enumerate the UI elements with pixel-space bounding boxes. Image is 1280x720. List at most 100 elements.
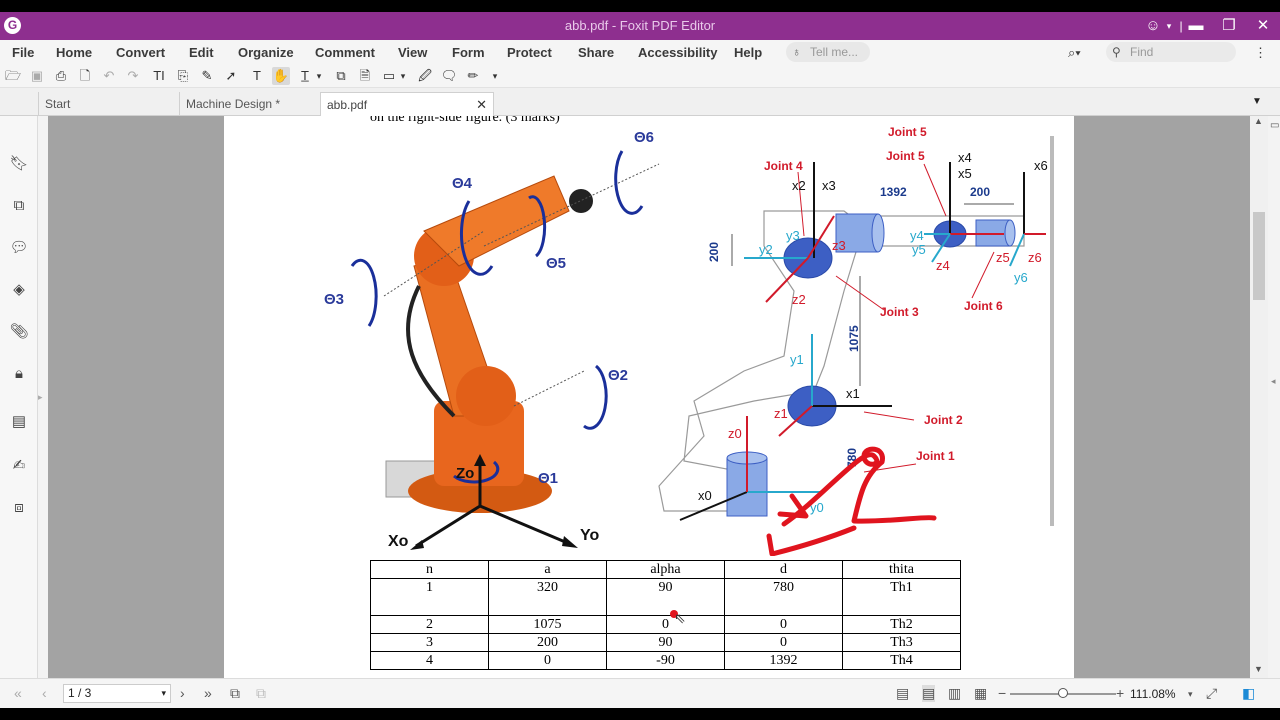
search-options-icon[interactable]: ⌕▾: [1068, 45, 1081, 61]
expand-panel-icon[interactable]: ▸: [38, 392, 46, 403]
minimize-icon[interactable]: ▬: [1186, 15, 1206, 37]
paste-view-icon[interactable]: ⧉: [256, 685, 266, 702]
menu-form[interactable]: Form: [452, 45, 485, 60]
find-input[interactable]: ⚲ Find: [1106, 42, 1236, 62]
page-dropdown-icon[interactable]: ▾: [161, 685, 166, 702]
select-text-icon[interactable]: T̲: [296, 67, 314, 85]
menu-convert[interactable]: Convert: [116, 45, 165, 60]
fields-icon[interactable]: ▤: [9, 412, 29, 432]
last-page-icon[interactable]: »: [204, 685, 212, 701]
tab-machine-design[interactable]: Machine Design *: [179, 92, 319, 116]
undo-icon[interactable]: ↶: [100, 67, 118, 85]
redo-icon[interactable]: ↷: [124, 67, 142, 85]
right-panel-expand-icon[interactable]: ◂: [1271, 376, 1276, 387]
first-page-icon[interactable]: «: [14, 685, 22, 701]
zoom-dropdown-icon[interactable]: ▾: [1188, 689, 1193, 700]
tell-me-input[interactable]: ♁ Tell me...: [786, 42, 870, 62]
read-mode-icon[interactable]: ◧: [1242, 685, 1255, 702]
signature-icon[interactable]: ✍︎: [9, 456, 29, 476]
menu-organize[interactable]: Organize: [238, 45, 294, 60]
comments-icon[interactable]: 💬︎: [9, 238, 29, 258]
facing-pages-icon[interactable]: ▥: [948, 685, 961, 702]
account-dropdown-icon[interactable]: ▾: [1164, 15, 1174, 37]
table-row: 3 200 90 0 Th3: [370, 633, 961, 652]
highlight-pen-icon[interactable]: ✎: [198, 67, 216, 85]
pages-icon[interactable]: ⧉: [9, 196, 29, 216]
tab-label: abb.pdf: [327, 98, 368, 112]
fit-page-icon[interactable]: ⤢: [1206, 685, 1217, 702]
shape-dropdown-icon[interactable]: ▾: [398, 67, 408, 85]
tab-start[interactable]: Start: [38, 92, 178, 116]
tab-abb-pdf[interactable]: abb.pdf ✕: [320, 92, 494, 116]
rectangle-tool-icon[interactable]: ▭: [380, 67, 398, 85]
joint6-label: Joint 6: [964, 299, 1003, 313]
menu-share[interactable]: Share: [578, 45, 614, 60]
x2-label: x2: [792, 178, 806, 193]
tab-list-dropdown-icon[interactable]: ▼: [1252, 96, 1262, 107]
copy-page-icon[interactable]: ⧉: [332, 67, 350, 85]
y3-label: y3: [786, 228, 800, 243]
bookmark-icon[interactable]: 🔖︎: [9, 154, 29, 174]
menu-comment[interactable]: Comment: [315, 45, 375, 60]
table-cell: 2: [370, 615, 489, 634]
attachments-icon[interactable]: 📎︎: [9, 322, 29, 342]
continuous-facing-icon[interactable]: ▦: [974, 685, 987, 702]
close-tab-icon[interactable]: ✕: [476, 93, 487, 117]
compare-icon[interactable]: ⧈: [9, 498, 29, 518]
document-viewport[interactable]: on the right-side figure. (3 marks) Zo X…: [48, 116, 1250, 678]
scrollbar-thumb[interactable]: [1253, 212, 1265, 300]
single-page-icon[interactable]: ▤: [896, 685, 909, 702]
security-lock-icon[interactable]: 🔒︎: [9, 364, 29, 384]
right-panel-toggle-icon[interactable]: ▭: [1270, 120, 1279, 131]
open-folder-icon[interactable]: 🗁: [4, 67, 22, 85]
zoom-slider[interactable]: [1010, 688, 1116, 698]
insert-page-icon[interactable]: 🗎: [356, 67, 374, 85]
form-icon[interactable]: ⎘: [174, 67, 192, 85]
arrow-tool-icon[interactable]: ➚: [222, 67, 240, 85]
select-dropdown-icon[interactable]: ▾: [314, 67, 324, 85]
comment-note-icon[interactable]: 🗨: [440, 67, 458, 85]
table-cell: Th2: [842, 615, 961, 634]
continuous-page-icon[interactable]: ▤: [922, 685, 936, 702]
menu-accessibility[interactable]: Accessibility: [638, 45, 718, 60]
theta2-arc: [583, 364, 608, 430]
next-page-icon[interactable]: ›: [180, 685, 185, 701]
print-icon[interactable]: ⎙: [52, 67, 70, 85]
scroll-down-icon[interactable]: ▼: [1254, 664, 1263, 674]
table-header-cell: alpha: [606, 560, 725, 579]
zoom-in-icon[interactable]: +: [1116, 685, 1124, 701]
save-icon[interactable]: ▣: [28, 67, 46, 85]
menu-help[interactable]: Help: [734, 45, 762, 60]
restore-icon[interactable]: ❐: [1218, 15, 1240, 37]
figure-area: Zo Xo Yo Θ1 Θ2 Θ3 Θ4 Θ5 Θ6 Joint 5 Joint…: [324, 125, 1054, 556]
zoom-slider-knob[interactable]: [1058, 688, 1068, 698]
account-icon[interactable]: ☺: [1142, 15, 1164, 37]
menu-file[interactable]: File: [12, 45, 34, 60]
copy-view-icon[interactable]: ⧉: [230, 685, 240, 702]
table-row: 1 320 90 780 Th1: [370, 578, 961, 616]
text-tool-icon[interactable]: T: [248, 67, 266, 85]
page-number-input[interactable]: 1 / 3 ▾: [63, 684, 171, 703]
zoom-out-icon[interactable]: −: [998, 685, 1006, 701]
menu-home[interactable]: Home: [56, 45, 92, 60]
zoom-level[interactable]: 111.08%: [1130, 687, 1176, 701]
menu-edit[interactable]: Edit: [189, 45, 214, 60]
typewriter-icon[interactable]: TI: [150, 67, 168, 85]
menu-protect[interactable]: Protect: [507, 45, 552, 60]
new-document-icon[interactable]: 🗋: [76, 67, 94, 85]
menu-view[interactable]: View: [398, 45, 427, 60]
scroll-up-icon[interactable]: ▲: [1254, 116, 1263, 126]
hand-tool-icon[interactable]: ✋: [272, 67, 290, 85]
pencil-icon[interactable]: ✏: [464, 67, 482, 85]
table-cell: 90: [606, 633, 725, 652]
edit-page-icon[interactable]: 🖉: [416, 67, 434, 85]
customize-toolbar-icon[interactable]: ▾: [490, 67, 500, 85]
more-options-icon[interactable]: ⋮: [1254, 45, 1267, 61]
table-cell: 200: [488, 633, 607, 652]
vertical-scrollbar[interactable]: ▲ ▼: [1250, 116, 1268, 678]
window-title: abb.pdf - Foxit PDF Editor: [564, 18, 716, 33]
previous-page-icon[interactable]: ‹: [42, 685, 47, 701]
layers-icon[interactable]: ◈: [9, 280, 29, 300]
close-window-icon[interactable]: ✕: [1252, 15, 1274, 37]
figure-divider: [1050, 136, 1054, 526]
